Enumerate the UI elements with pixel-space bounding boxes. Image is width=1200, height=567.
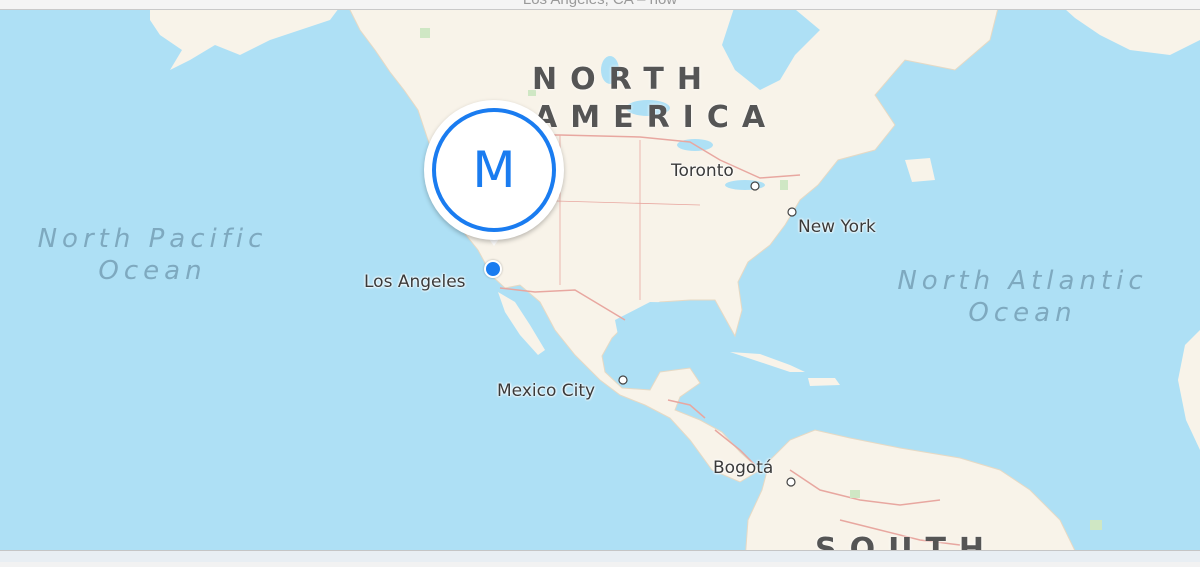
ocean-label-north-pacific-line1: North Pacific bbox=[37, 224, 268, 254]
park-3 bbox=[780, 180, 788, 190]
ocean-label-north-atlantic-line2: Ocean bbox=[968, 298, 1077, 328]
city-label-toronto[interactable]: Toronto bbox=[671, 161, 734, 181]
park-1 bbox=[420, 28, 430, 38]
new-york-marker[interactable] bbox=[787, 207, 797, 217]
park-5 bbox=[1090, 520, 1102, 530]
continent-label-north-america-line1: NORTH bbox=[532, 62, 715, 97]
city-label-bogota[interactable]: Bogotá bbox=[713, 458, 773, 478]
pin-initial: M bbox=[472, 141, 516, 199]
toronto-marker[interactable] bbox=[750, 181, 760, 191]
current-location-dot-icon[interactable] bbox=[484, 260, 502, 278]
ocean-label-north-pacific: North Pacific Ocean bbox=[0, 223, 305, 287]
pin-ring: M bbox=[432, 108, 556, 232]
location-pin-icon[interactable]: M bbox=[424, 100, 564, 240]
ocean-label-north-atlantic: North Atlantic Ocean bbox=[855, 265, 1190, 329]
continent-label-north-america-line2: AMERICA bbox=[534, 100, 779, 135]
park-4 bbox=[850, 490, 860, 498]
city-label-new-york[interactable]: New York bbox=[798, 217, 876, 237]
city-label-los-angeles[interactable]: Los Angeles bbox=[364, 272, 466, 292]
bottom-toolbar-strip bbox=[0, 550, 1200, 562]
mexico-city-marker[interactable] bbox=[618, 375, 628, 385]
city-label-mexico-city[interactable]: Mexico City bbox=[497, 381, 595, 401]
window-title-bar: Los Angeles, CA – now bbox=[0, 0, 1200, 10]
hispaniola-island bbox=[808, 378, 840, 386]
ocean-label-north-atlantic-line1: North Atlantic bbox=[897, 266, 1148, 296]
ocean-label-north-pacific-line2: Ocean bbox=[98, 256, 207, 286]
window-title: Los Angeles, CA – now bbox=[0, 0, 1200, 8]
bogota-marker[interactable] bbox=[786, 477, 796, 487]
